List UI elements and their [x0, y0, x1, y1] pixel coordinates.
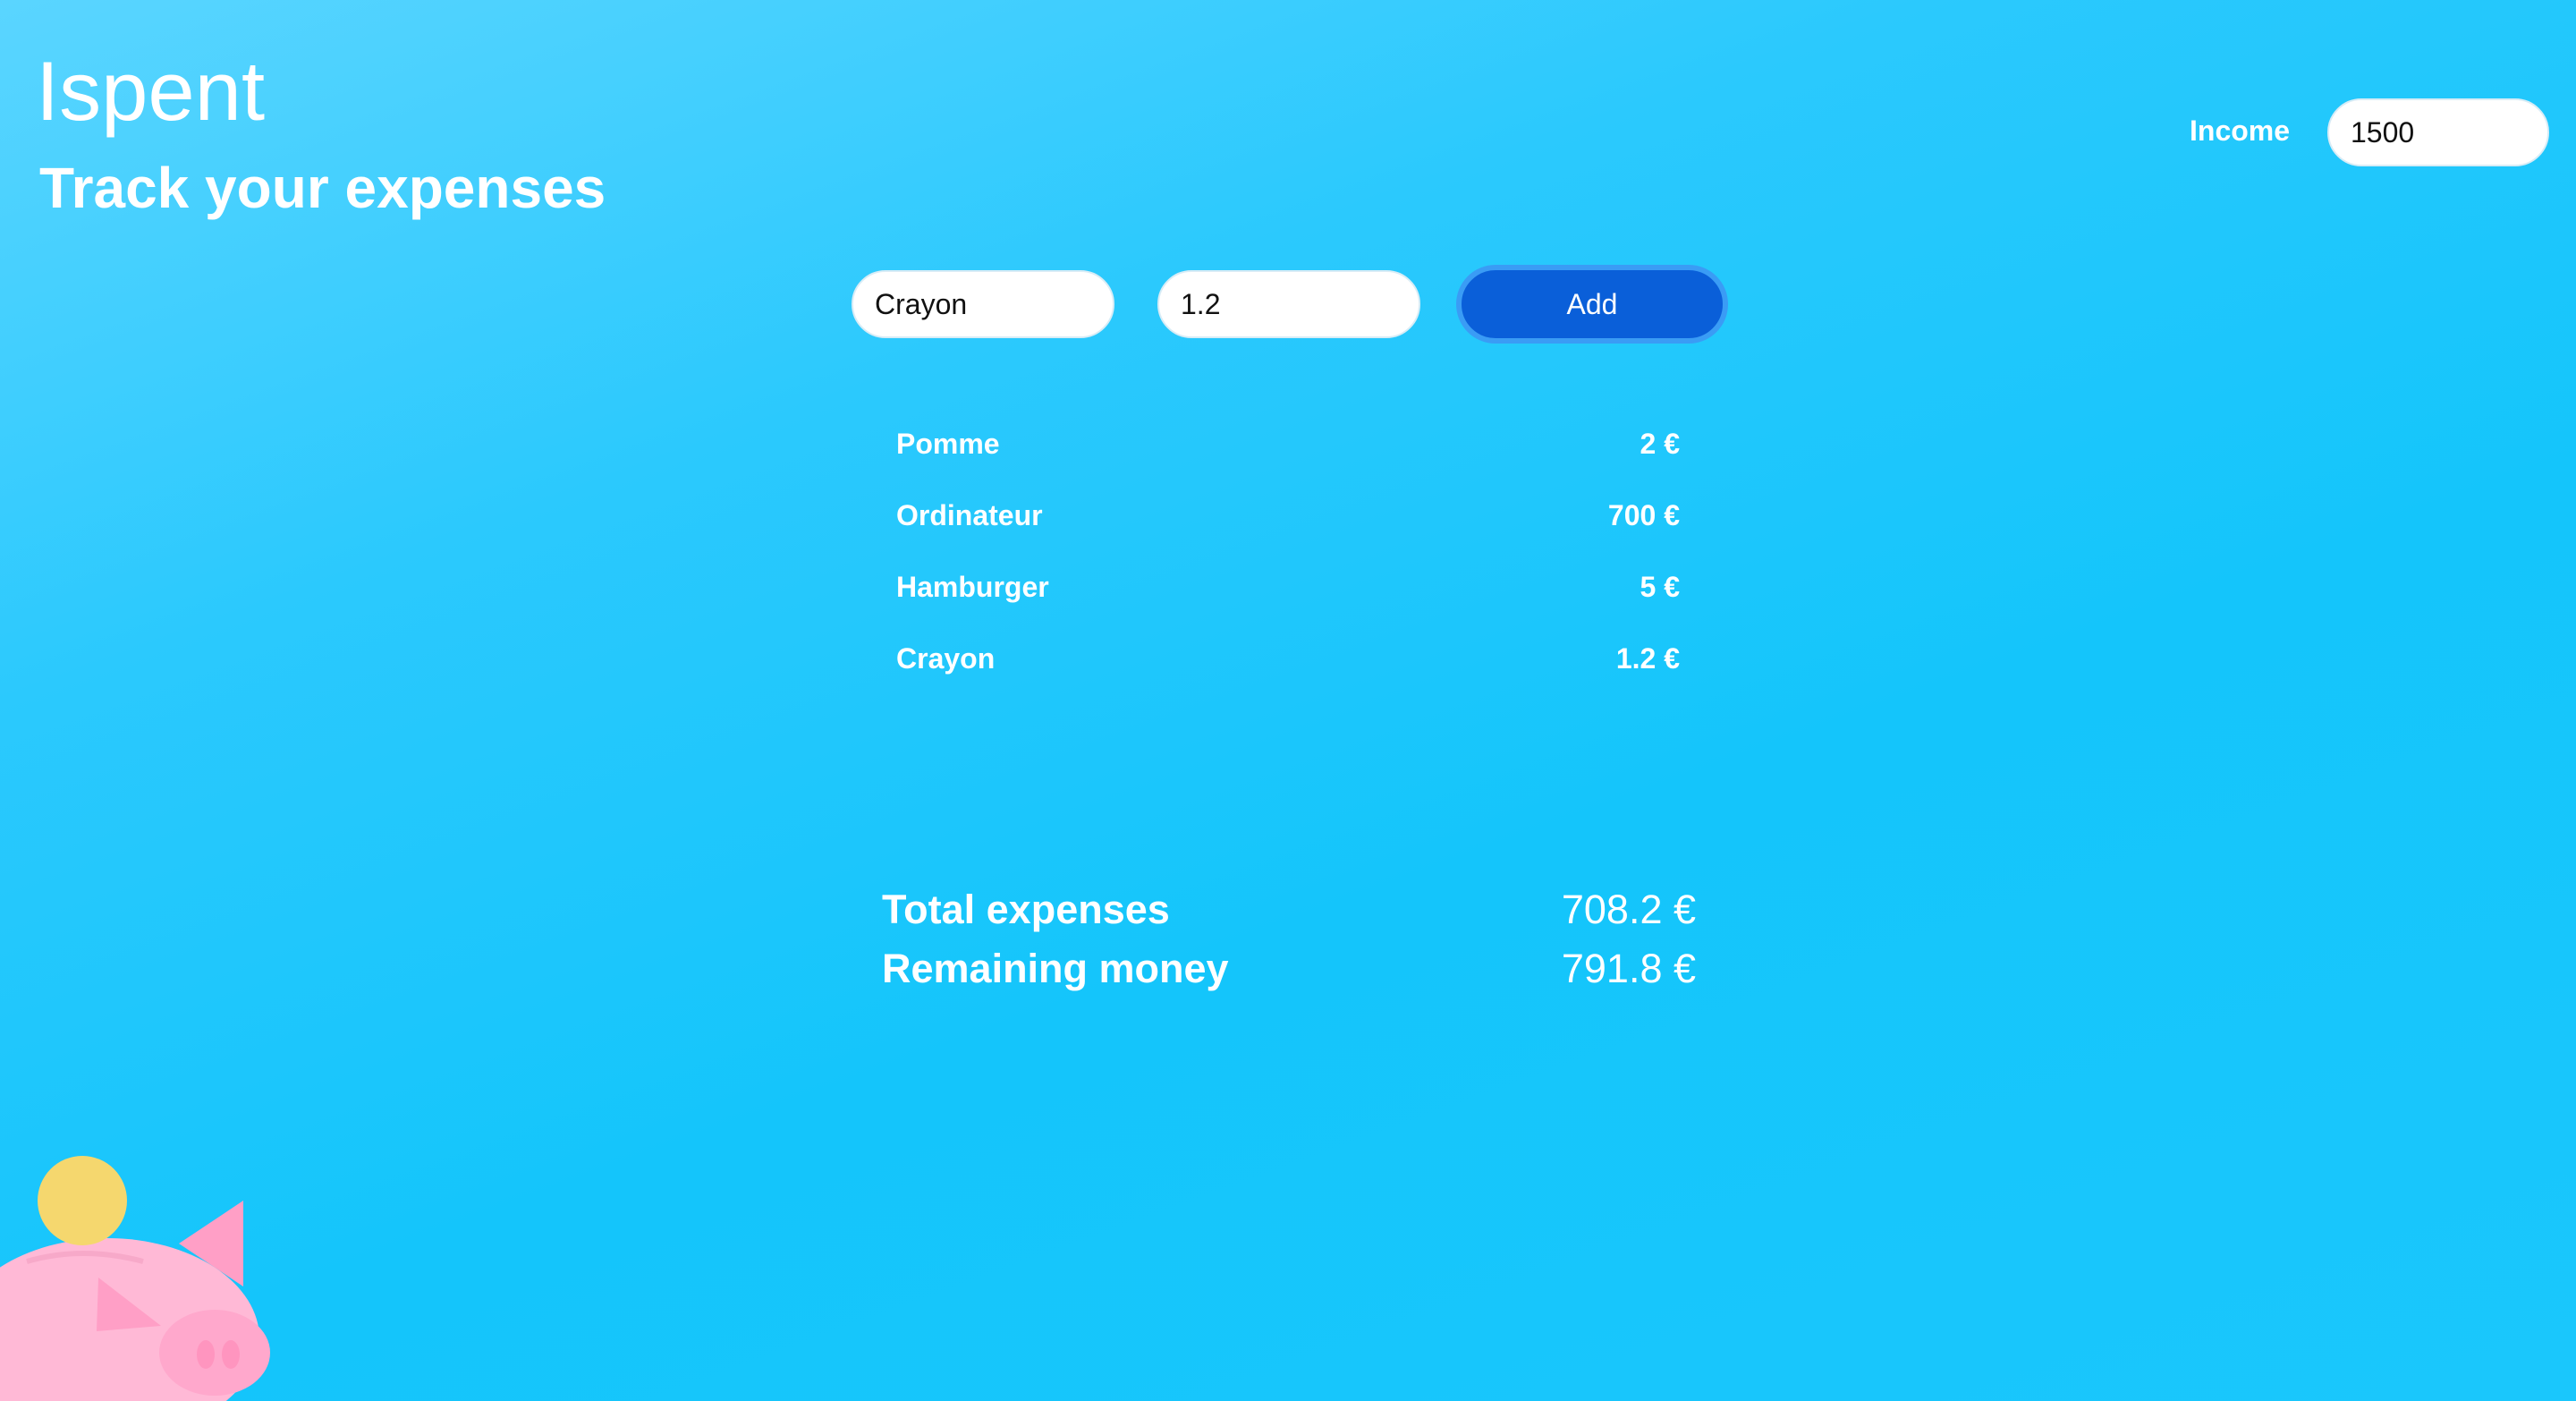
expense-row: Hamburger 5 € — [896, 551, 1680, 623]
app-subtitle: Track your expenses — [39, 156, 606, 220]
remaining-money-value: 791.8 € — [1561, 946, 1696, 991]
expense-amount: 700 € — [1607, 499, 1680, 531]
expense-name: Ordinateur — [896, 499, 1043, 531]
total-expenses-row: Total expenses 708.2 € — [882, 880, 1696, 939]
expense-row: Pomme 2 € — [896, 408, 1680, 480]
expense-amount: 1.2 € — [1615, 642, 1680, 675]
expense-name: Hamburger — [896, 571, 1049, 603]
add-button[interactable]: Add — [1456, 265, 1728, 344]
expense-list: Pomme 2 € Ordinateur 700 € Hamburger 5 €… — [896, 408, 1680, 694]
app-title: Ispent — [36, 44, 266, 138]
total-expenses-value: 708.2 € — [1561, 887, 1696, 932]
remaining-money-label: Remaining money — [882, 946, 1229, 991]
remaining-money-row: Remaining money 791.8 € — [882, 939, 1696, 998]
income-label: Income — [2190, 115, 2291, 147]
income-input[interactable] — [2327, 98, 2549, 166]
expense-row: Crayon 1.2 € — [896, 623, 1680, 694]
piggy-bank-icon — [0, 1156, 270, 1401]
expense-row: Ordinateur 700 € — [896, 480, 1680, 551]
expense-name: Crayon — [896, 642, 996, 675]
expense-amount: 5 € — [1640, 571, 1680, 603]
expense-amount: 2 € — [1640, 428, 1680, 460]
expense-name-input[interactable] — [852, 270, 1114, 338]
expense-amount-input[interactable] — [1157, 270, 1420, 338]
expense-name: Pomme — [896, 428, 1000, 460]
summary: Total expenses 708.2 € Remaining money 7… — [882, 880, 1696, 998]
total-expenses-label: Total expenses — [882, 887, 1170, 932]
